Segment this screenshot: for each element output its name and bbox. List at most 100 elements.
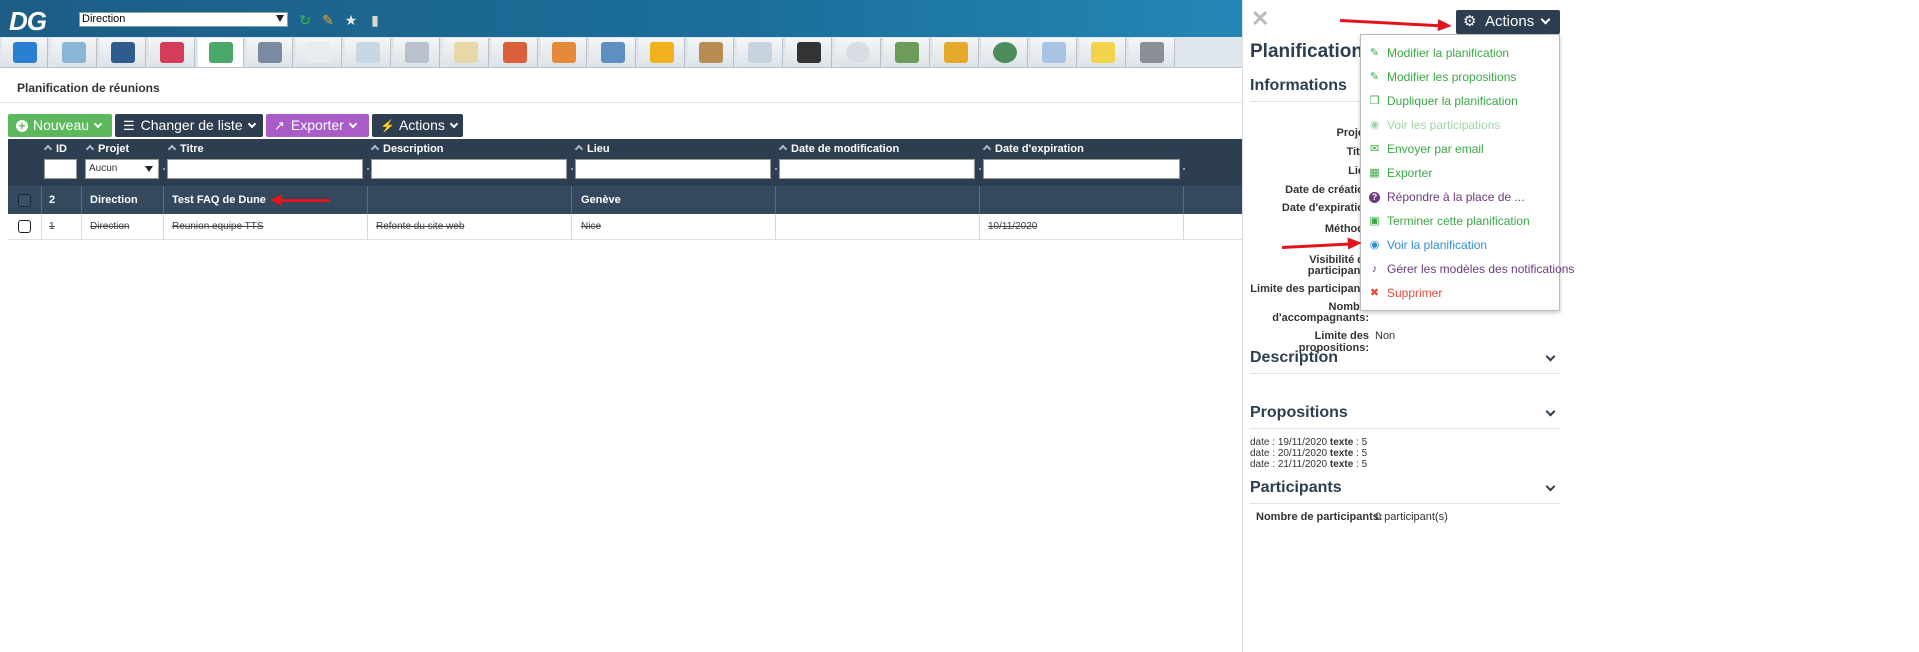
module-qrcode[interactable] [786, 38, 832, 67]
dropdown-item-label: Supprimer [1387, 286, 1443, 300]
module-blueprint[interactable] [590, 38, 636, 67]
dropdown-item-r-pondre-la-place-de[interactable]: ? Répondre à la place de ... [1361, 188, 1559, 210]
tag-icon [1091, 42, 1115, 63]
module-location[interactable] [541, 38, 587, 67]
star-icon[interactable]: ★ [343, 12, 359, 28]
bookmark-icon[interactable]: ▮ [367, 12, 383, 28]
invoice-icon [405, 42, 429, 63]
column-header-id[interactable]: ID [43, 143, 67, 155]
dropdown-item-label: Voir la planification [1387, 238, 1488, 252]
section-propositions[interactable]: Propositions [1250, 404, 1560, 429]
module-notes[interactable] [345, 38, 391, 67]
module-mail[interactable] [296, 38, 342, 67]
column-divider [775, 214, 776, 240]
module-groups[interactable] [247, 38, 293, 67]
module-exchange[interactable] [884, 38, 930, 67]
section-description[interactable]: Description [1250, 349, 1560, 374]
row-checkbox[interactable] [18, 194, 31, 207]
module-kanban[interactable] [149, 38, 195, 67]
lock-icon [1140, 42, 1164, 63]
module-tag[interactable] [1080, 38, 1126, 67]
column-header-date-modification[interactable]: Date de modification [778, 143, 899, 155]
module-home[interactable] [492, 38, 538, 67]
info-label-limite-participants: Limite des participant [1250, 283, 1364, 295]
panel-actions-button[interactable]: ⚙ Actions [1456, 10, 1560, 34]
module-boat[interactable] [737, 38, 783, 67]
cell-expiration: 10/11/2020 [988, 221, 1038, 232]
filter-description-input[interactable] [371, 159, 567, 179]
info-label-titre: Titr [1346, 146, 1364, 158]
module-contacts[interactable] [51, 38, 97, 67]
sort-icon [85, 144, 95, 154]
column-divider [367, 186, 368, 214]
column-header-lieu[interactable]: Lieu [574, 143, 610, 155]
filter-date-modification-input[interactable] [779, 159, 975, 179]
module-clock[interactable] [835, 38, 881, 67]
module-document[interactable] [1031, 38, 1077, 67]
column-divider [775, 186, 776, 214]
module-checklist[interactable] [443, 38, 489, 67]
table-row[interactable]: 2 Direction Test FAQ de Dune Genève [8, 186, 1242, 214]
module-dashboard[interactable] [2, 38, 48, 67]
arrow-head-icon [270, 194, 282, 206]
new-button[interactable]: + Nouveau [8, 114, 112, 137]
info-label-id: I [1250, 110, 1364, 122]
column-divider [81, 214, 82, 240]
change-list-button[interactable]: ☰ Changer de liste [115, 114, 263, 137]
module-globe[interactable] [982, 38, 1028, 67]
gear-icon: ⚙ [1463, 13, 1477, 30]
cell-lieu: Nice [581, 221, 602, 232]
dropdown-item-dupliquer-la-planification[interactable]: ❐ Dupliquer la planification [1361, 92, 1559, 114]
actions-button[interactable]: ⚡ Actions [372, 114, 463, 137]
info-value-nb-participants: 0 participant(s) [1375, 511, 1448, 523]
refresh-icon[interactable]: ↻ [297, 12, 313, 28]
filter-lieu-input[interactable] [575, 159, 771, 179]
dropdown-item-label: Terminer cette planification [1387, 214, 1530, 228]
column-divider [571, 214, 572, 240]
edit-icon[interactable]: ✎ [320, 12, 336, 28]
row-checkbox[interactable] [18, 220, 31, 233]
module-planning[interactable] [198, 38, 244, 67]
blueprint-icon [601, 42, 625, 63]
column-divider [571, 186, 572, 214]
bolt-icon: ⚡ [380, 119, 395, 133]
dropdown-item-terminer-cette-planification[interactable]: ▣ Terminer cette planification [1361, 212, 1559, 234]
dropdown-item-voir-la-planification[interactable]: ◉ Voir la planification [1361, 236, 1559, 258]
dropdown-item-exporter[interactable]: ▦ Exporter [1361, 164, 1559, 186]
module-security[interactable] [1129, 38, 1175, 67]
exchange-icon [895, 42, 919, 63]
chevron-down-icon [1540, 14, 1551, 25]
dropdown-item-supprimer[interactable]: ✖ Supprimer [1361, 284, 1559, 306]
filter-titre-input[interactable] [167, 159, 363, 179]
close-icon[interactable]: ✕ [1251, 6, 1269, 32]
sort-icon [982, 144, 992, 154]
email-icon: ✉ [1369, 143, 1380, 155]
section-participants[interactable]: Participants [1250, 479, 1560, 504]
filter-projet-select[interactable]: Aucun [85, 159, 159, 179]
module-helmet[interactable] [639, 38, 685, 67]
column-header-description[interactable]: Description [370, 143, 444, 155]
checklist-icon [454, 42, 478, 63]
table-row[interactable]: 1 Direction Reunion equipe TTS Refonte d… [8, 214, 1242, 240]
module-boxes[interactable] [688, 38, 734, 67]
list-icon: ☰ [123, 118, 135, 133]
module-save[interactable] [100, 38, 146, 67]
dropdown-item-g-rer-les-mod-les-des-notifications[interactable]: ♪ Gérer les modèles des notifications [1361, 260, 1575, 282]
filter-date-expiration-input[interactable] [983, 159, 1180, 179]
dropdown-item-modifier-la-planification[interactable]: ✎ Modifier la planification [1361, 44, 1559, 66]
filter-id-input[interactable] [44, 159, 77, 179]
separator-dot [163, 168, 165, 170]
dropdown-item-voir-les-participations[interactable]: ◉ Voir les participations [1361, 116, 1559, 138]
dropdown-item-modifier-les-propositions[interactable]: ✎ Modifier les propositions [1361, 68, 1559, 90]
pencil-icon: ✎ [1369, 47, 1380, 59]
column-header-titre[interactable]: Titre [167, 143, 204, 155]
entity-selector[interactable]: Direction [79, 12, 288, 27]
dropdown-item-envoyer-par-email[interactable]: ✉ Envoyer par email [1361, 140, 1559, 162]
module-coins[interactable] [933, 38, 979, 67]
export-button[interactable]: ↗ Exporter [266, 114, 369, 137]
module-invoices[interactable] [394, 38, 440, 67]
sailboat-icon [748, 42, 772, 63]
column-header-date-expiration[interactable]: Date d'expiration [982, 143, 1084, 155]
column-header-projet[interactable]: Projet [85, 143, 129, 155]
annotation-arrow [270, 194, 330, 206]
